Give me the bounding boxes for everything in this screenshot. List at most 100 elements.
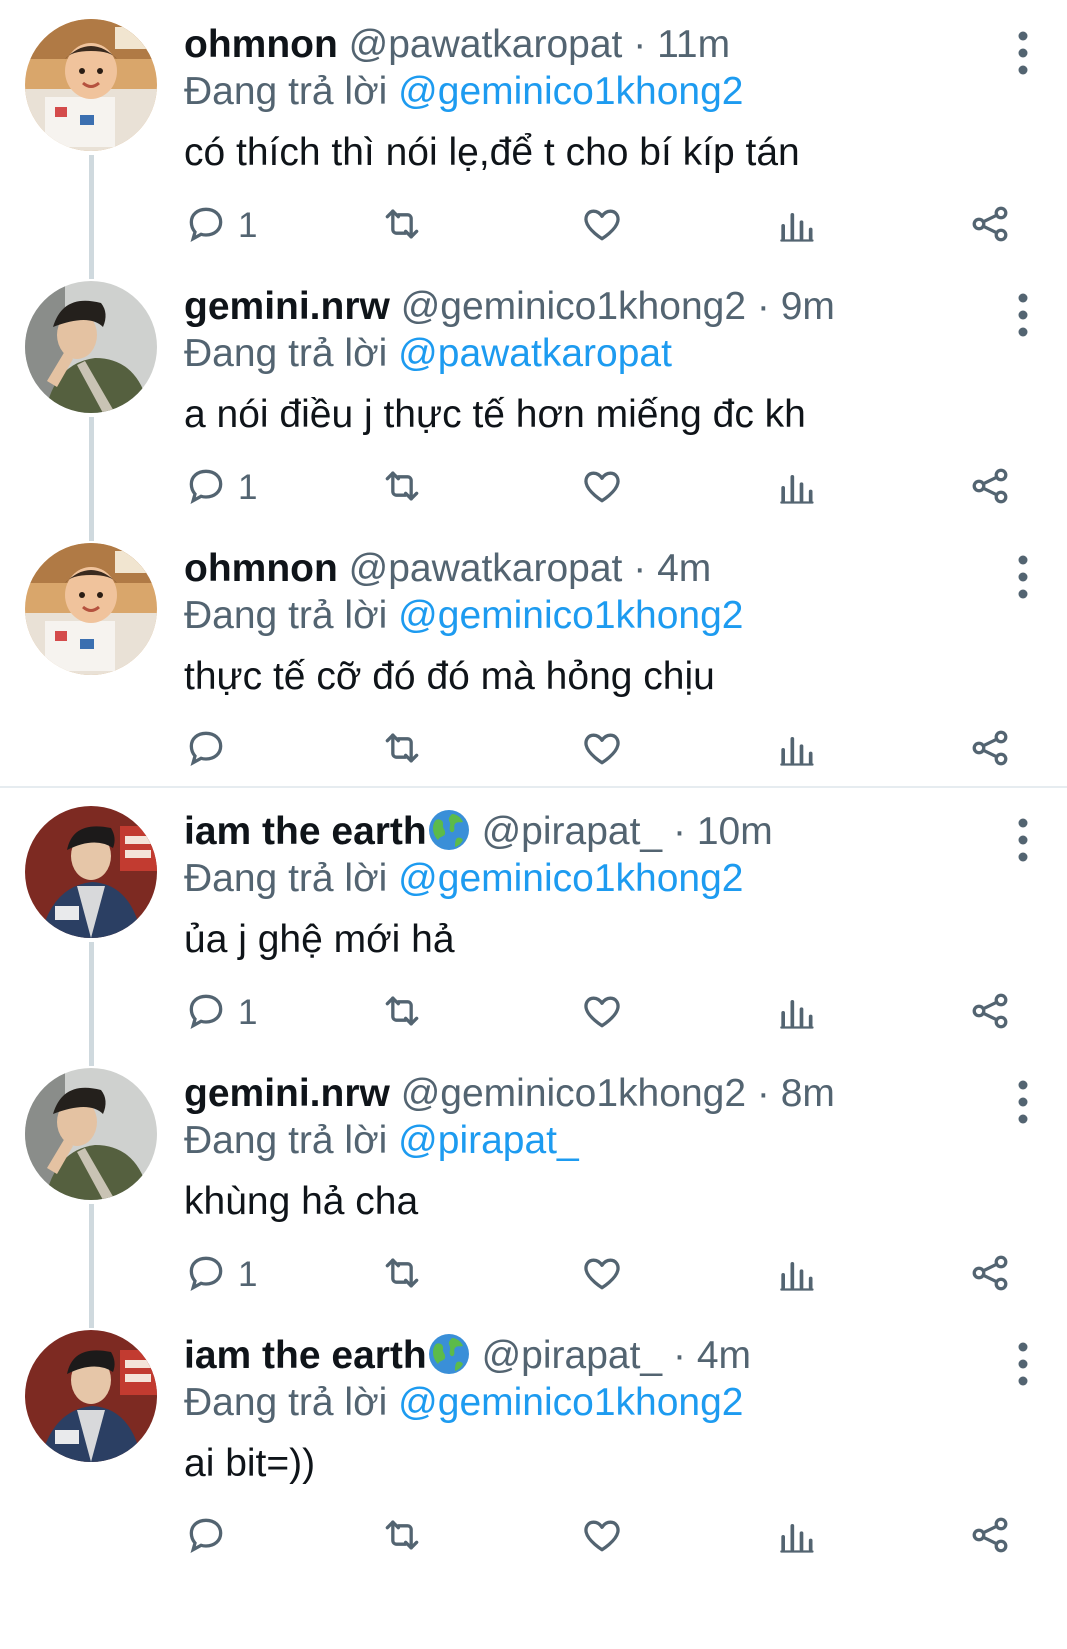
replying-to-label: Đang trả lời [184, 1381, 388, 1424]
share-button[interactable] [968, 722, 1012, 778]
user-handle[interactable]: @pirapat_ [482, 810, 663, 853]
display-name[interactable]: iam the earth [184, 810, 427, 853]
user-handle[interactable]: @pawatkaropat [349, 547, 623, 590]
retweet-button[interactable] [380, 198, 424, 254]
like-button[interactable] [580, 1509, 624, 1565]
reply-button[interactable]: 1 [184, 985, 257, 1041]
like-button[interactable] [580, 985, 624, 1041]
display-name[interactable]: gemini.nrw [184, 285, 390, 328]
more-icon[interactable] [1008, 290, 1038, 340]
retweet-button[interactable] [380, 722, 424, 778]
tweet-header: iam the earth @pirapat_ · 4m [184, 1331, 751, 1381]
reply-button[interactable]: 1 [184, 460, 257, 516]
thread-line [89, 1311, 94, 1328]
replying-to: Đang trả lời @geminico1khong2 [184, 854, 743, 904]
like-icon [580, 1513, 624, 1562]
replying-to: Đang trả lời @geminico1khong2 [184, 1378, 743, 1428]
replying-to-label: Đang trả lời [184, 70, 388, 113]
views-button[interactable] [774, 1509, 818, 1565]
thread-line [89, 524, 94, 541]
retweet-button[interactable] [380, 460, 424, 516]
thread-line [89, 942, 94, 1049]
timestamp[interactable]: 10m [697, 810, 773, 853]
like-button[interactable] [580, 722, 624, 778]
mention-link[interactable]: @pirapat_ [398, 1119, 579, 1162]
user-handle[interactable]: @pawatkaropat [349, 23, 623, 66]
mention-link[interactable]: @pawatkaropat [398, 332, 672, 375]
share-button[interactable] [968, 460, 1012, 516]
avatar[interactable] [25, 806, 157, 938]
tweet[interactable]: gemini.nrw @geminico1khong2 · 9m Đang trả… [0, 262, 1067, 524]
replying-to-label: Đang trả lời [184, 332, 388, 375]
views-icon [774, 202, 818, 251]
retweet-icon [380, 202, 424, 251]
replying-to: Đang trả lời @geminico1khong2 [184, 67, 743, 117]
reply-button[interactable]: 1 [184, 1247, 257, 1303]
retweet-button[interactable] [380, 1247, 424, 1303]
share-icon [968, 202, 1012, 251]
more-icon[interactable] [1008, 552, 1038, 602]
views-icon [774, 1251, 818, 1300]
share-button[interactable] [968, 1509, 1012, 1565]
tweet[interactable]: ohmnon @pawatkaropat · 4m Đang trả lời @g… [0, 524, 1067, 786]
more-icon[interactable] [1008, 28, 1038, 78]
reply-icon [184, 989, 228, 1038]
views-button[interactable] [774, 198, 818, 254]
action-bar: 1 [184, 460, 1034, 516]
share-button[interactable] [968, 198, 1012, 254]
reply-button[interactable]: 1 [184, 198, 257, 254]
globe-emoji-icon [427, 1334, 471, 1377]
avatar[interactable] [25, 543, 157, 675]
user-handle[interactable]: @geminico1khong2 [401, 1072, 746, 1115]
tweet[interactable]: ohmnon @pawatkaropat · 11m Đang trả lời @… [0, 0, 1067, 262]
replying-to: Đang trả lời @pawatkaropat [184, 329, 672, 379]
views-button[interactable] [774, 722, 818, 778]
views-button[interactable] [774, 460, 818, 516]
like-button[interactable] [580, 460, 624, 516]
user-handle[interactable]: @geminico1khong2 [401, 285, 746, 328]
separator: · [756, 1072, 770, 1115]
display-name[interactable]: ohmnon [184, 23, 338, 66]
tweet[interactable]: gemini.nrw @geminico1khong2 · 8m Đang trả… [0, 1049, 1067, 1311]
avatar[interactable] [25, 1330, 157, 1462]
views-button[interactable] [774, 1247, 818, 1303]
divider [0, 786, 1067, 788]
share-button[interactable] [968, 1247, 1012, 1303]
mention-link[interactable]: @geminico1khong2 [398, 594, 743, 637]
timestamp[interactable]: 11m [657, 23, 730, 66]
more-icon[interactable] [1008, 1077, 1038, 1127]
timestamp[interactable]: 9m [781, 285, 835, 328]
mention-link[interactable]: @geminico1khong2 [398, 70, 743, 113]
more-icon[interactable] [1008, 815, 1038, 865]
retweet-button[interactable] [380, 985, 424, 1041]
timestamp[interactable]: 4m [657, 547, 711, 590]
replying-to: Đang trả lời @pirapat_ [184, 1116, 579, 1166]
like-button[interactable] [580, 1247, 624, 1303]
views-button[interactable] [774, 985, 818, 1041]
reply-button[interactable] [184, 722, 238, 778]
action-bar: 1 [184, 198, 1034, 254]
retweet-button[interactable] [380, 1509, 424, 1565]
like-button[interactable] [580, 198, 624, 254]
display-name[interactable]: iam the earth [184, 1334, 427, 1377]
more-icon[interactable] [1008, 1339, 1038, 1389]
tweet[interactable]: iam the earth @pirapat_ · 10m Đang trả lờ… [0, 787, 1067, 1049]
display-name[interactable]: gemini.nrw [184, 1072, 390, 1115]
avatar[interactable] [25, 281, 157, 413]
reply-button[interactable] [184, 1509, 238, 1565]
mention-link[interactable]: @geminico1khong2 [398, 857, 743, 900]
timestamp[interactable]: 8m [781, 1072, 835, 1115]
globe-emoji-icon [427, 810, 471, 853]
thread-line [89, 262, 94, 279]
display-name[interactable]: ohmnon [184, 547, 338, 590]
mention-link[interactable]: @geminico1khong2 [398, 1381, 743, 1424]
share-icon [968, 726, 1012, 775]
user-handle[interactable]: @pirapat_ [482, 1334, 663, 1377]
avatar[interactable] [25, 19, 157, 151]
share-button[interactable] [968, 985, 1012, 1041]
tweet[interactable]: iam the earth @pirapat_ · 4m Đang trả lời… [0, 1311, 1067, 1573]
timestamp[interactable]: 4m [697, 1334, 751, 1377]
tweet-text: a nói điều j thực tế hơn miếng đc kh [184, 393, 806, 436]
views-icon [774, 1513, 818, 1562]
avatar[interactable] [25, 1068, 157, 1200]
